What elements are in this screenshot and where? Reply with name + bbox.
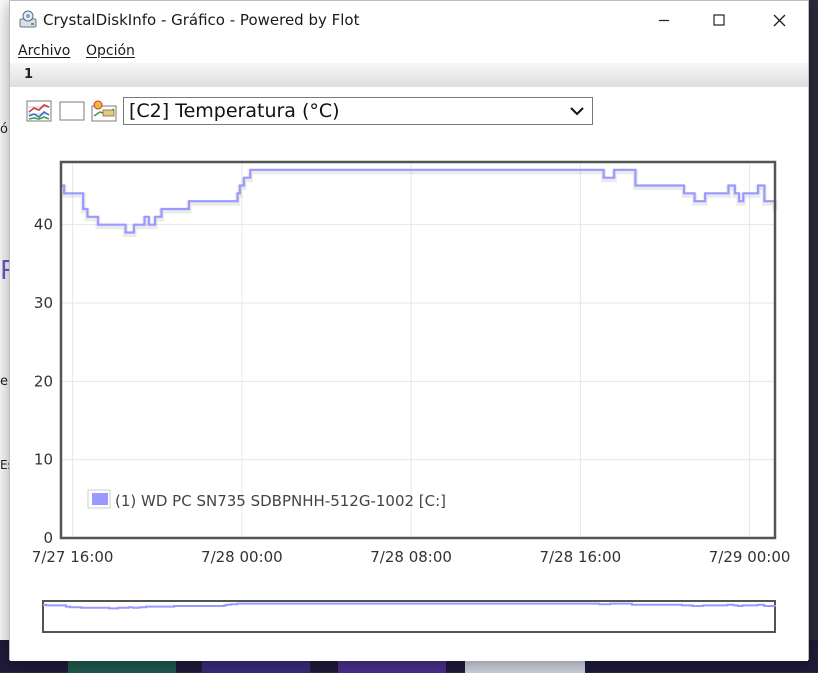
chart-frame (59, 160, 777, 540)
y-tick-label: 30 (34, 294, 53, 312)
x-tick-label: 7/28 00:00 (201, 548, 283, 566)
y-tick-label: 40 (34, 216, 53, 234)
x-tick-label: 7/27 16:00 (32, 548, 114, 566)
x-tick-label: 7/29 00:00 (709, 548, 791, 566)
background-thumbnail (202, 660, 310, 673)
series-line (61, 168, 777, 234)
chart-grid (61, 162, 775, 539)
background-text: ó (0, 122, 8, 137)
temperature-chart: 0 10 20 30 40 7/27 16:00 7/28 00:00 7/28 08:00… (32, 160, 791, 633)
y-tick-label: 0 (43, 529, 53, 547)
graph-window: CrystalDiskInfo - Gráfico - Powered by F… (9, 0, 809, 661)
x-tick-label: 7/28 16:00 (540, 548, 622, 566)
y-axis-ticks: 0 10 20 30 40 (34, 216, 53, 547)
background-thumbnail (68, 660, 176, 673)
y-tick-label: 20 (34, 372, 53, 390)
legend-entry: (1) WD PC SN735 SDBPNHH-512G-1002 [C:] (115, 492, 446, 510)
y-tick-label: 10 (34, 451, 53, 469)
x-axis-ticks: 7/27 16:00 7/28 00:00 7/28 08:00 7/28 16:00… (32, 548, 791, 566)
background-thumbnail (465, 660, 585, 673)
chart-legend: (1) WD PC SN735 SDBPNHH-512G-1002 [C:] (87, 489, 446, 510)
x-tick-label: 7/28 08:00 (370, 548, 452, 566)
legend-swatch (92, 493, 108, 505)
background-thumbnail (338, 660, 446, 673)
